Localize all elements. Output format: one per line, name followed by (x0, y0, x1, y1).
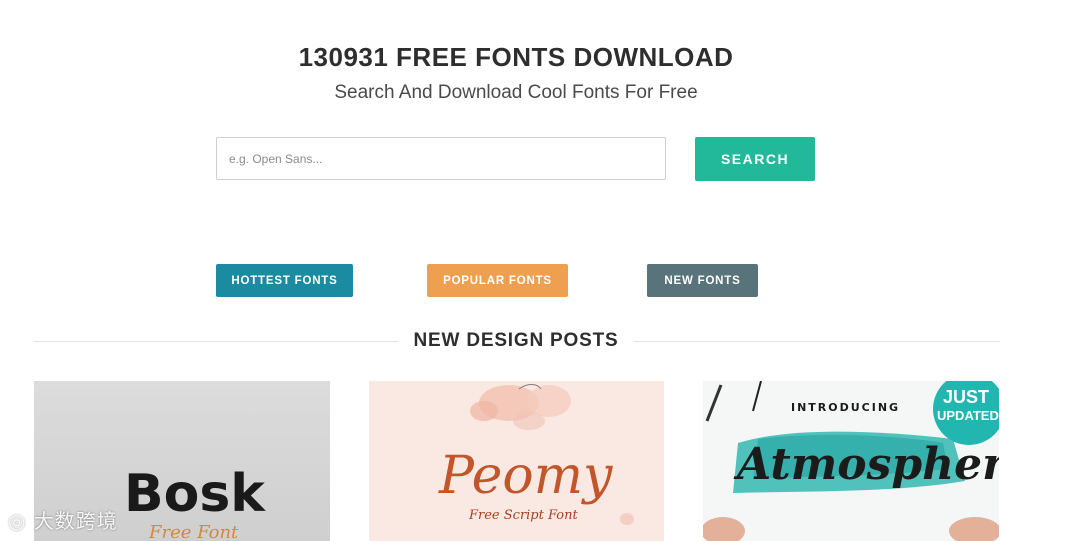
post-card-atmosphere[interactable]: INTRODUCING Atmosphere JUST UPDATED (703, 381, 999, 541)
post-image-atmosphere: INTRODUCING Atmosphere JUST UPDATED (703, 381, 999, 541)
popular-fonts-button[interactable]: POPULAR FONTS (427, 264, 568, 297)
hottest-fonts-button[interactable]: HOTTEST FONTS (216, 264, 353, 297)
search-button[interactable]: SEARCH (695, 137, 815, 181)
watermark-text: 大数跨境 (33, 509, 118, 533)
section-divider-right (634, 341, 1000, 342)
badge-line1: JUST (943, 387, 989, 407)
post-card-peomy[interactable]: Peomy Free Script Font (369, 381, 664, 541)
watermark-logo: ◎ 大数跨境 (8, 505, 118, 534)
watermark-icon: ◎ (8, 509, 27, 533)
post-tagline: Free Script Font (468, 508, 578, 523)
post-title: Peomy (438, 446, 613, 506)
badge-line2: UPDATED (937, 408, 999, 423)
page-subtitle: Search And Download Cool Fonts For Free (334, 82, 698, 103)
post-image-peomy: Peomy Free Script Font (438, 384, 634, 525)
post-tagline: INTRODUCING (791, 401, 900, 414)
section-divider-left (34, 341, 398, 342)
page-title: 130931 FREE FONTS DOWNLOAD (298, 42, 734, 72)
post-tagline: Free Font (148, 522, 239, 541)
search-input[interactable] (216, 137, 666, 180)
hand-left (703, 517, 745, 541)
new-fonts-button[interactable]: NEW FONTS (647, 264, 758, 297)
hand-right (949, 517, 999, 541)
post-title: Bosk (124, 464, 266, 524)
section-title: NEW DESIGN POSTS (413, 330, 619, 351)
post-title: Atmosphere (733, 439, 999, 490)
